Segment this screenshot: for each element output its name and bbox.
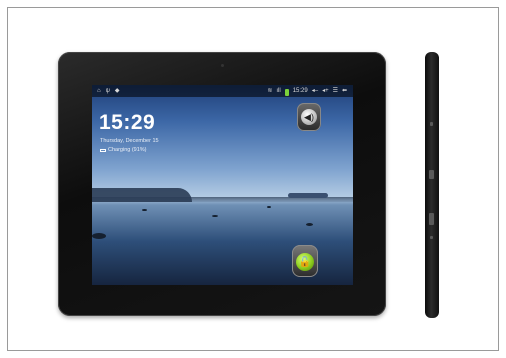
- menu-icon[interactable]: ☰: [333, 85, 338, 97]
- speaker-icon: ◀): [301, 109, 317, 125]
- tablet-side-profile: [425, 52, 439, 318]
- landscape-rock: [92, 233, 106, 239]
- charging-status: Charging (91%): [100, 147, 147, 153]
- battery-charging-icon: [100, 148, 106, 152]
- audio-jack: [430, 236, 433, 239]
- landscape-island: [92, 188, 192, 202]
- wifi-icon: ≋: [267, 88, 273, 94]
- landscape-rock: [212, 215, 218, 217]
- front-camera: [221, 64, 224, 67]
- hdmi-port: [429, 213, 434, 225]
- status-bar: ⌂ ψ ◆ ≋ ıll 15:29 ◂– ◂+ ☰ ⬅: [92, 85, 353, 97]
- landscape-rock: [306, 223, 313, 226]
- volume-up-icon[interactable]: ◂+: [322, 85, 329, 97]
- unlock-slider[interactable]: 🔓: [292, 245, 318, 277]
- lock-screen: ⌂ ψ ◆ ≋ ıll 15:29 ◂– ◂+ ☰ ⬅ 15:29 Thursd…: [92, 85, 353, 285]
- status-time: 15:29: [292, 88, 308, 94]
- lock-date: Thursday, December 15: [100, 138, 159, 144]
- volume-down-icon[interactable]: ◂–: [312, 85, 318, 97]
- home-icon: ⌂: [97, 88, 101, 94]
- landscape-island: [288, 193, 328, 198]
- android-icon: ◆: [114, 88, 120, 94]
- landscape-rock: [267, 206, 271, 208]
- usb-icon: ψ: [105, 88, 110, 94]
- tablet-front: ⌂ ψ ◆ ≋ ıll 15:29 ◂– ◂+ ☰ ⬅ 15:29 Thursd…: [58, 52, 386, 316]
- back-icon[interactable]: ⬅: [342, 85, 347, 97]
- unlock-icon: 🔓: [296, 253, 314, 271]
- lock-clock: 15:29: [99, 111, 156, 134]
- usb-port: [429, 170, 434, 179]
- landscape-rock: [142, 209, 147, 211]
- side-button: [430, 122, 433, 126]
- battery-icon: [284, 88, 289, 96]
- signal-icon: ıll: [276, 88, 281, 94]
- sound-toggle-button[interactable]: ◀): [297, 103, 321, 131]
- charging-text: Charging (91%): [108, 147, 147, 153]
